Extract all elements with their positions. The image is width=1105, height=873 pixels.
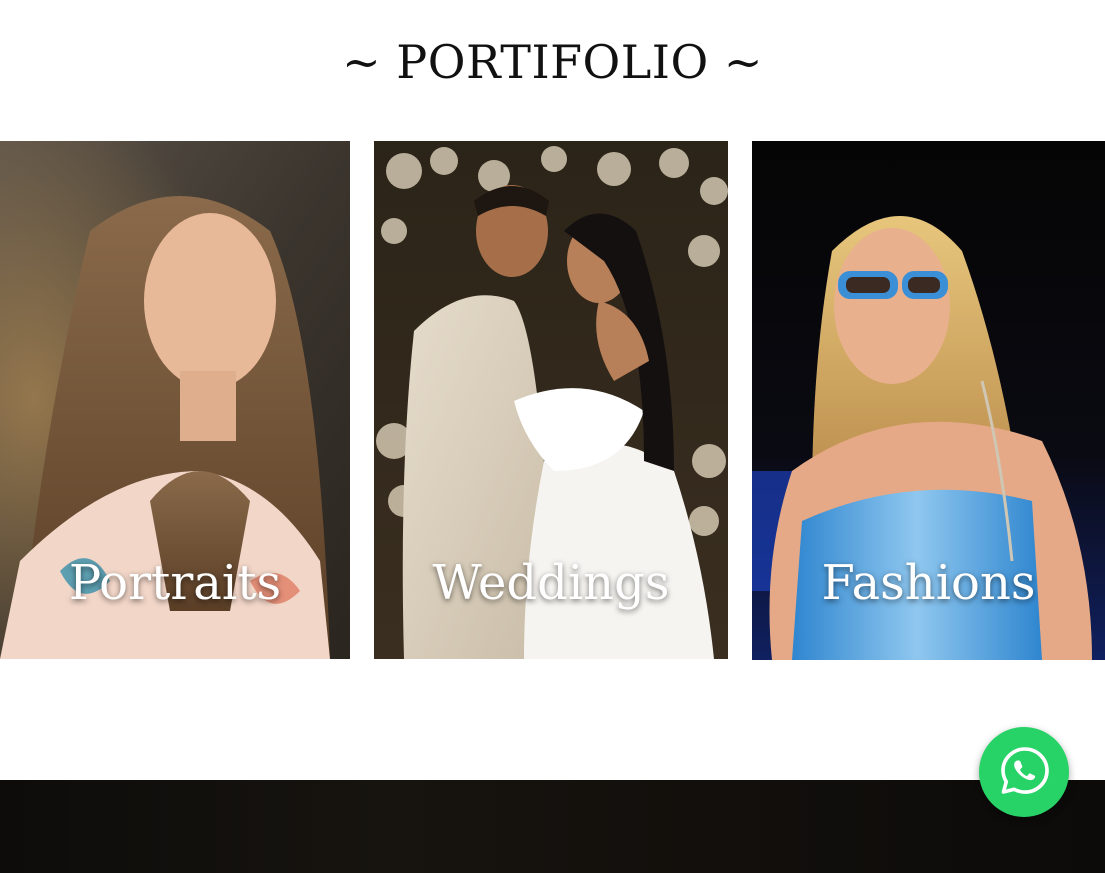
page: ~ PORTIFOLIO ~ Portraits Weddings Fashio… — [0, 0, 1105, 873]
footer-background-band — [0, 780, 1105, 873]
portfolio-card-fashions[interactable]: Fashions — [752, 141, 1105, 660]
portfolio-card-weddings[interactable]: Weddings — [374, 141, 728, 659]
portfolio-title: ~ PORTIFOLIO ~ — [342, 35, 763, 89]
whatsapp-icon — [1001, 747, 1049, 794]
portfolio-card-portraits[interactable]: Portraits — [0, 141, 350, 659]
weddings-label: Weddings — [432, 555, 670, 611]
fashions-label: Fashions — [821, 555, 1036, 611]
whatsapp-chat-button[interactable] — [979, 727, 1069, 817]
portraits-label: Portraits — [68, 555, 282, 611]
